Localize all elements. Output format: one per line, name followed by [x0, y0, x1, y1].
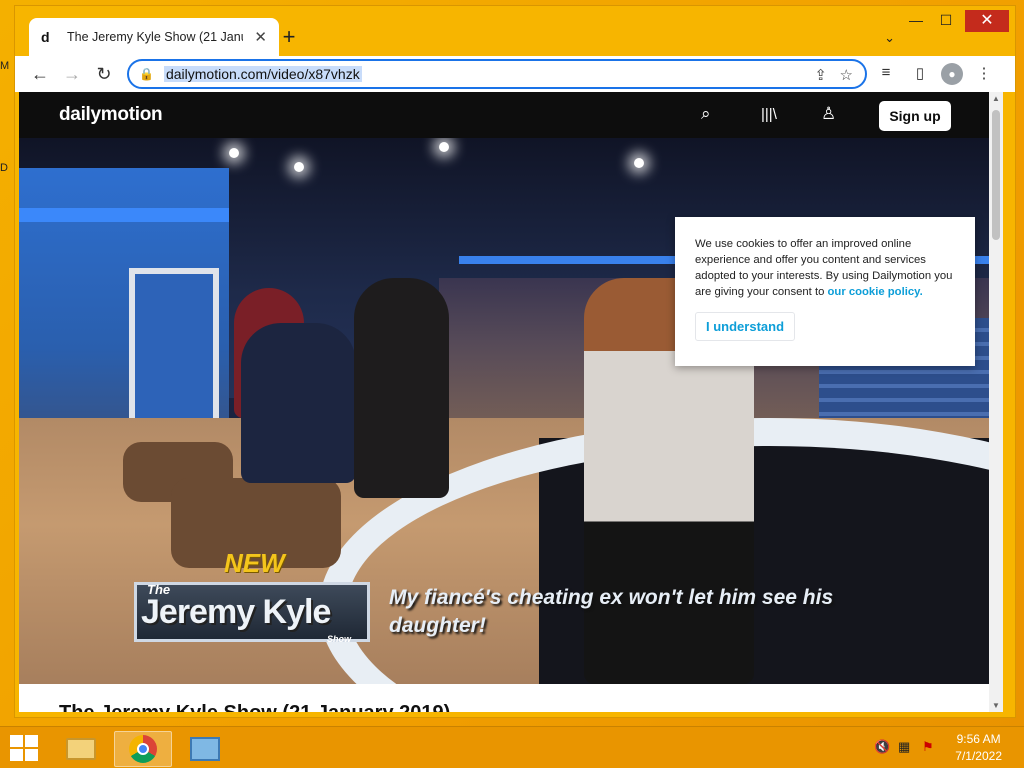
dailymotion-logo[interactable]: dailymotion	[59, 104, 163, 126]
taskbar-file-explorer[interactable]	[52, 731, 110, 767]
library-icon[interactable]: |||\	[761, 106, 777, 123]
minimize-button[interactable]: —	[901, 12, 931, 28]
taskbar: 🔇 ▦ ⚑ 9:56 AM 7/1/2022	[0, 726, 1024, 768]
share-icon[interactable]: ⇪	[814, 66, 827, 84]
tab-close-icon[interactable]: ✕	[254, 28, 267, 46]
studio-light	[634, 158, 644, 168]
chrome-icon	[129, 735, 157, 763]
cookie-message: We use cookies to offer an improved onli…	[695, 236, 955, 300]
windows-logo-icon	[25, 735, 38, 747]
desktop-icon-label-m[interactable]: M	[0, 60, 14, 72]
forward-button[interactable]: →	[59, 62, 85, 86]
folder-icon	[66, 738, 96, 760]
dailymotion-header: dailymotion ⌕ |||\ ♙ Sign up	[19, 92, 989, 138]
new-tab-button[interactable]: +	[277, 26, 301, 50]
profile-avatar-icon[interactable]: ●	[941, 63, 963, 85]
studio-light	[294, 162, 304, 172]
desktop-icon-label-d[interactable]: D	[0, 162, 14, 174]
cookie-consent-popup: We use cookies to offer an improved onli…	[675, 217, 975, 366]
side-panel-icon[interactable]: ▯	[909, 64, 931, 82]
account-icon[interactable]: ♙	[821, 104, 836, 124]
speaker-muted-icon[interactable]: 🔇	[874, 739, 890, 755]
reload-button[interactable]: ↻	[91, 62, 117, 86]
bookmark-star-icon[interactable]: ☆	[840, 66, 853, 84]
set-light-band	[19, 208, 229, 222]
url-text[interactable]: dailymotion.com/video/x87vhzk	[163, 66, 362, 82]
taskbar-chrome[interactable]	[114, 731, 172, 767]
address-bar[interactable]: 🔒 dailymotion.com/video/x87vhzk ⇪ ☆	[127, 59, 867, 89]
cookie-policy-link[interactable]: our cookie policy.	[828, 286, 923, 298]
windows-logo-icon	[25, 749, 38, 761]
dailymotion-favicon-icon: d	[41, 29, 50, 45]
window-close-button[interactable]: ✕	[965, 10, 1009, 32]
browser-window: d The Jeremy Kyle Show (21 Januar ✕ + ⌄ …	[14, 5, 1016, 718]
taskbar-control-panel[interactable]	[176, 731, 234, 767]
page-scrollbar[interactable]: ▲ ▼	[989, 92, 1003, 712]
scroll-up-arrow-icon[interactable]: ▲	[989, 94, 1003, 103]
browser-titlebar: d The Jeremy Kyle Show (21 Januar ✕ + ⌄ …	[15, 6, 1015, 56]
start-button[interactable]	[10, 735, 38, 761]
show-logo-show: Show	[327, 634, 351, 644]
control-panel-icon	[190, 737, 220, 761]
studio-light	[439, 142, 449, 152]
show-logo-title: Jeremy Kyle	[141, 593, 331, 631]
maximize-button[interactable]: ☐	[931, 12, 961, 29]
clock-time: 9:56 AM	[956, 732, 1001, 746]
security-man	[354, 278, 449, 498]
video-caption: My fiancé's cheating ex won't let him se…	[389, 586, 834, 637]
tab-title: The Jeremy Kyle Show (21 Januar	[67, 30, 243, 44]
clock-date: 7/1/2022	[955, 749, 1002, 763]
system-clock[interactable]: 9:56 AM 7/1/2022	[955, 731, 1002, 765]
reading-list-icon[interactable]: ≡	[875, 64, 897, 81]
windows-logo-icon	[10, 749, 23, 761]
scroll-down-arrow-icon[interactable]: ▼	[989, 701, 1003, 710]
show-new-label: NEW	[224, 548, 285, 578]
scrollbar-thumb[interactable]	[992, 110, 1000, 240]
sign-up-button[interactable]: Sign up	[879, 101, 951, 131]
page-viewport: dailymotion ⌕ |||\ ♙ Sign up NEW The Jer…	[19, 92, 989, 712]
tab-search-chevron-icon[interactable]: ⌄	[884, 30, 895, 46]
cookie-accept-button[interactable]: I understand	[695, 312, 796, 341]
windows-logo-icon	[10, 735, 23, 747]
lock-icon[interactable]: 🔒	[139, 67, 154, 81]
set-doorway	[129, 268, 219, 418]
browser-tab[interactable]: d The Jeremy Kyle Show (21 Januar ✕	[29, 18, 279, 56]
action-center-flag-icon[interactable]: ⚑	[922, 739, 934, 755]
network-icon[interactable]: ▦	[898, 739, 910, 755]
video-title: The Jeremy Kyle Show (21 January 2019)	[59, 702, 450, 712]
browser-menu-icon[interactable]: ⋮	[973, 64, 995, 82]
back-button[interactable]: ←	[27, 62, 53, 86]
video-player[interactable]: NEW The Jeremy Kyle Show My fiancé's che…	[19, 138, 989, 684]
search-icon[interactable]: ⌕	[701, 104, 711, 124]
studio-light	[229, 148, 239, 158]
browser-toolbar: ← → ↻ 🔒 dailymotion.com/video/x87vhzk ⇪ …	[15, 56, 1015, 92]
host-navy-suit	[241, 323, 356, 483]
